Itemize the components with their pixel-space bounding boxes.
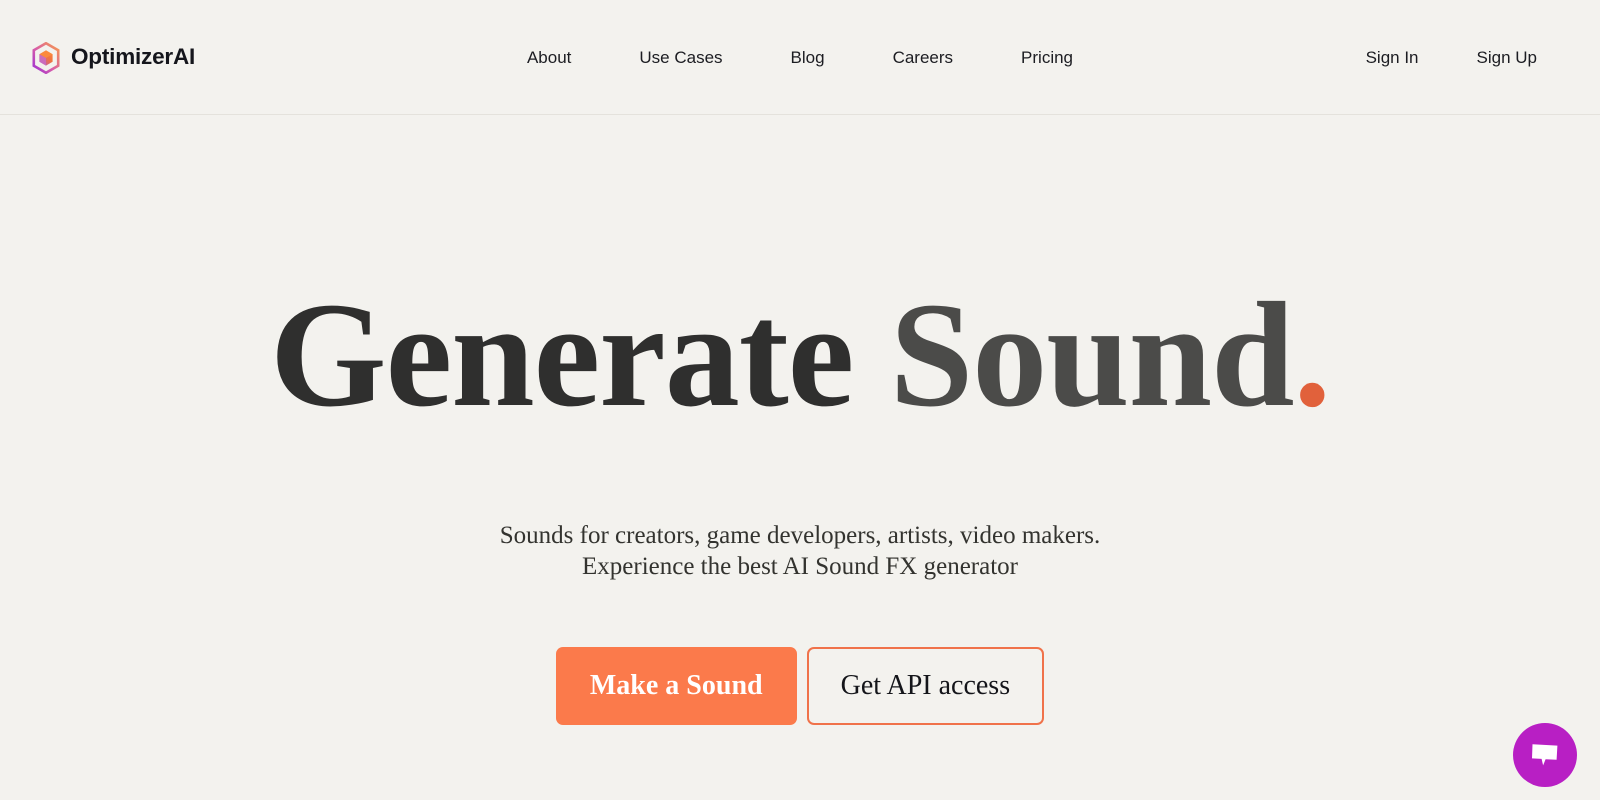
- brand-logo[interactable]: OptimizerAI: [31, 0, 195, 115]
- hero-subtitle-line-2: Experience the best AI Sound FX generato…: [582, 553, 1018, 580]
- headline-word-sound: Sound: [889, 272, 1295, 438]
- hero-actions: Make a Sound Get API access: [555, 647, 1045, 725]
- headline-space: [853, 272, 890, 438]
- get-api-access-button[interactable]: Get API access: [806, 647, 1045, 725]
- nav-item-blog[interactable]: Blog: [757, 49, 859, 66]
- hero-subtitle: Sounds for creators, game developers, ar…: [500, 520, 1101, 582]
- nav-item-about[interactable]: About: [493, 49, 605, 66]
- site-header: OptimizerAI About Use Cases Blog Careers…: [0, 0, 1600, 115]
- hero-subtitle-line-1: Sounds for creators, game developers, ar…: [499, 522, 1101, 549]
- nav-item-careers[interactable]: Careers: [859, 49, 987, 66]
- hexagon-cube-logo-icon: [31, 41, 61, 74]
- chat-launcher-button[interactable]: [1513, 723, 1577, 787]
- headline-word-generate: Generate: [269, 272, 854, 438]
- chat-bubble-icon: [1530, 742, 1560, 768]
- sign-in-link[interactable]: Sign In: [1337, 49, 1448, 66]
- sign-up-link[interactable]: Sign Up: [1448, 49, 1566, 66]
- brand-name: OptimizerAI: [71, 44, 196, 70]
- headline-accent-dot: .: [1293, 272, 1331, 438]
- make-a-sound-button[interactable]: Make a Sound: [555, 647, 797, 725]
- auth-links: Sign In Sign Up: [1337, 0, 1566, 115]
- nav-item-use-cases[interactable]: Use Cases: [605, 49, 756, 66]
- page-title: Generate Sound.: [270, 280, 1331, 430]
- nav-item-pricing[interactable]: Pricing: [987, 49, 1107, 66]
- hero-section: Generate Sound. Sounds for creators, gam…: [0, 115, 1600, 800]
